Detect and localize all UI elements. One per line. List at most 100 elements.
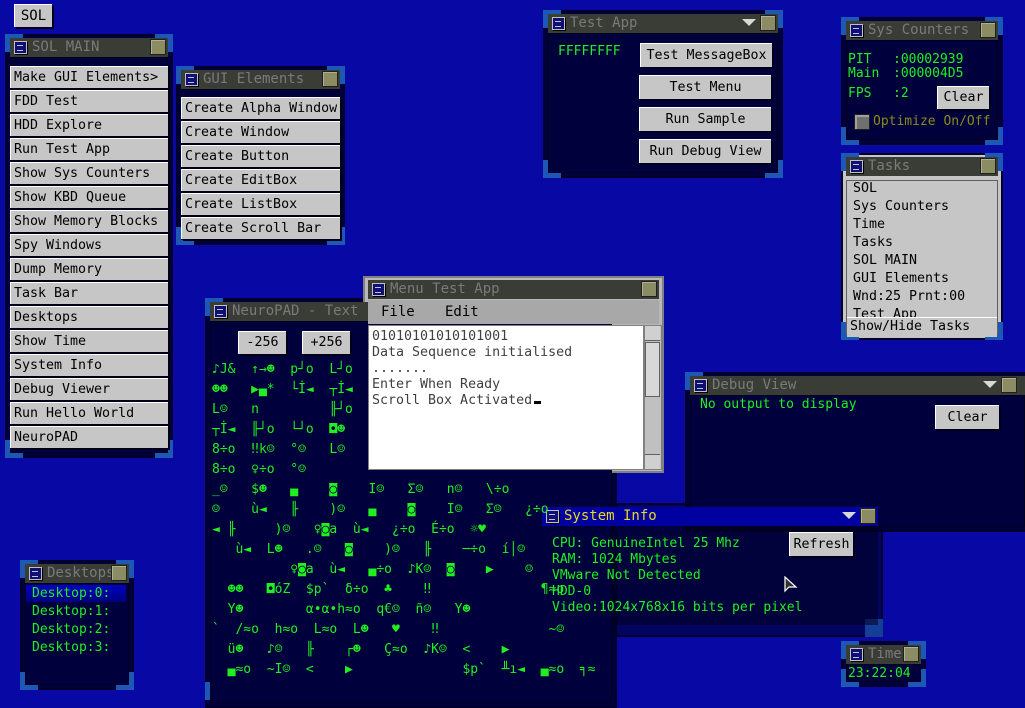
desktop-item[interactable]: Desktop:3: (26, 639, 126, 656)
sol-main-item[interactable]: Show KBD Queue (10, 186, 168, 208)
gui-elements-item[interactable]: Create Button (181, 145, 340, 167)
sol-main-window: SOL MAIN Make GUI Elements> FDD Test HDD E… (5, 34, 173, 458)
window-icon[interactable] (850, 24, 863, 37)
char-row: ☺ ù◄ ╟ )☺ ▄ ◙ I☺ Σ☺ ¿÷o (212, 502, 549, 517)
sys-counters-titlebar[interactable]: Sys Counters (846, 21, 998, 40)
sol-main-item[interactable]: FDD Test (10, 90, 168, 112)
refresh-button[interactable]: Refresh (789, 532, 853, 556)
close-button[interactable] (980, 22, 996, 38)
vertical-scrollbar[interactable] (644, 325, 662, 470)
window-icon[interactable] (850, 648, 863, 661)
test-app-button[interactable]: Run Sample (639, 107, 771, 131)
sol-main-item[interactable]: System Info (10, 354, 168, 376)
sol-main-item[interactable]: HDD Explore (10, 114, 168, 136)
char-row: ▄≈o ~I☺ < ▶ $p` ╨ı◄ ▄≈o ╕≈ (212, 662, 596, 677)
clock-value: 23:22:04 (848, 666, 911, 681)
window-title: GUI Elements (203, 71, 305, 87)
window-title: Debug View (712, 377, 797, 393)
sol-main-item[interactable]: Show Memory Blocks (10, 210, 168, 232)
sol-main-item[interactable]: Run Hello World (10, 402, 168, 424)
close-button[interactable] (980, 158, 996, 174)
sol-main-item[interactable]: Spy Windows (10, 234, 168, 256)
window-icon[interactable] (29, 567, 42, 580)
window-icon[interactable] (14, 41, 27, 54)
task-list-item[interactable]: Sys Counters (853, 199, 949, 214)
sol-main-item[interactable]: Debug Viewer (10, 378, 168, 400)
window-icon[interactable] (850, 160, 863, 173)
sol-main-item[interactable]: Desktops (10, 306, 168, 328)
sol-main-item[interactable]: Show Sys Counters (10, 162, 168, 184)
desktop-item[interactable]: Desktop:0: (26, 585, 126, 602)
plus-256-button[interactable]: +256 (302, 331, 350, 354)
gui-elements-item[interactable]: Create ListBox (181, 193, 340, 215)
window-icon[interactable] (214, 305, 227, 318)
video-info: Video:1024x768x16 bits per pixel (552, 600, 803, 615)
clear-debug-button[interactable]: Clear (935, 405, 999, 429)
close-button[interactable] (322, 71, 338, 87)
clear-counters-button[interactable]: Clear (937, 86, 989, 109)
desktops-titlebar[interactable]: Desktops (25, 564, 129, 583)
task-list-item[interactable]: Wnd:25 Prnt:00 (853, 289, 965, 304)
close-button[interactable] (641, 281, 657, 297)
sol-main-item[interactable]: NeuroPAD (10, 426, 168, 448)
sol-main-item[interactable]: Run Test App (10, 138, 168, 160)
close-button[interactable] (150, 39, 166, 55)
task-list-item[interactable]: SOL (853, 181, 877, 196)
task-list-item[interactable]: Time (853, 217, 885, 232)
close-button[interactable] (111, 565, 127, 581)
sol-main-item[interactable]: Dump Memory (10, 258, 168, 280)
debug-view-titlebar[interactable]: Debug View (690, 376, 1025, 395)
desktop-item[interactable]: Desktop:2: (26, 621, 126, 638)
time-titlebar[interactable]: Time (846, 645, 921, 664)
close-button[interactable] (760, 15, 776, 31)
window-icon[interactable] (185, 73, 198, 86)
minus-256-button[interactable]: -256 (238, 331, 286, 354)
test-app-button[interactable]: Test MessageBox (640, 43, 772, 67)
char-row: _☺ $☻ ▄ ◙ I☺ Σ☺ n☺ \÷o (212, 482, 510, 497)
optimize-checkbox[interactable] (854, 114, 870, 130)
menu-test-titlebar[interactable]: Menu Test App (368, 280, 659, 299)
tasks-titlebar[interactable]: Tasks (846, 157, 998, 176)
menu-file[interactable]: File (381, 304, 415, 320)
window-icon[interactable] (694, 379, 707, 392)
sol-main-item[interactable]: Make GUI Elements> (10, 66, 168, 88)
scroll-up-button[interactable] (645, 326, 660, 341)
fps-label: FPS (848, 86, 872, 101)
dropdown-arrow-icon[interactable] (983, 381, 997, 388)
test-app-button[interactable]: Run Debug View (639, 139, 771, 163)
gui-elements-item[interactable]: Create EditBox (181, 169, 340, 191)
window-icon[interactable] (372, 283, 385, 296)
task-list-item[interactable]: SOL MAIN (853, 253, 917, 268)
sol-main-item[interactable]: Task Bar (10, 282, 168, 304)
dropdown-arrow-icon[interactable] (842, 512, 856, 519)
gui-elements-titlebar[interactable]: GUI Elements (181, 70, 340, 89)
char-row: ♪J& ↑→☻ p┘o L┘o (212, 362, 353, 377)
gui-elements-item[interactable]: Create Scroll Bar (181, 217, 340, 239)
menu-edit[interactable]: Edit (445, 304, 479, 320)
close-button[interactable] (1001, 377, 1017, 393)
window-title: SOL MAIN (32, 39, 100, 55)
scroll-thumb[interactable] (645, 342, 660, 397)
char-row: ☻☻ ▶▄* └İ◄ ┬İ◄ (212, 382, 353, 397)
char-row: Y☻ α•α•h≈o q€☺ ñ☺ Y☻ (212, 602, 471, 617)
main-label: Main (848, 66, 880, 81)
sol-start-button[interactable]: SOL (14, 4, 52, 27)
close-button[interactable] (903, 646, 919, 662)
pit-label: PIT (848, 52, 872, 67)
show-hide-tasks-button[interactable]: Show/Hide Tasks (847, 317, 997, 337)
test-app-button[interactable]: Test Menu (639, 75, 771, 99)
desktop-item[interactable]: Desktop:1: (26, 603, 126, 620)
gui-elements-item[interactable]: Create Window (181, 121, 340, 143)
task-list-item[interactable]: Tasks (853, 235, 893, 250)
dropdown-arrow-icon[interactable] (742, 19, 756, 26)
gui-elements-item[interactable]: Create Alpha Window (181, 97, 340, 119)
tasks-list[interactable]: SOL Sys Counters Time Tasks SOL MAIN GUI Elem… (846, 180, 998, 335)
close-button[interactable] (860, 508, 876, 524)
sol-main-item[interactable]: Show Time (10, 330, 168, 352)
task-list-item[interactable]: GUI Elements (853, 271, 949, 286)
char-row: ┬İ◄ ╟┘o └┘o ◘☻ (212, 422, 346, 437)
window-icon[interactable] (552, 17, 565, 30)
test-app-titlebar[interactable]: Test App (548, 14, 778, 33)
scroll-down-button[interactable] (645, 454, 660, 469)
sol-main-titlebar[interactable]: SOL MAIN (10, 38, 168, 57)
